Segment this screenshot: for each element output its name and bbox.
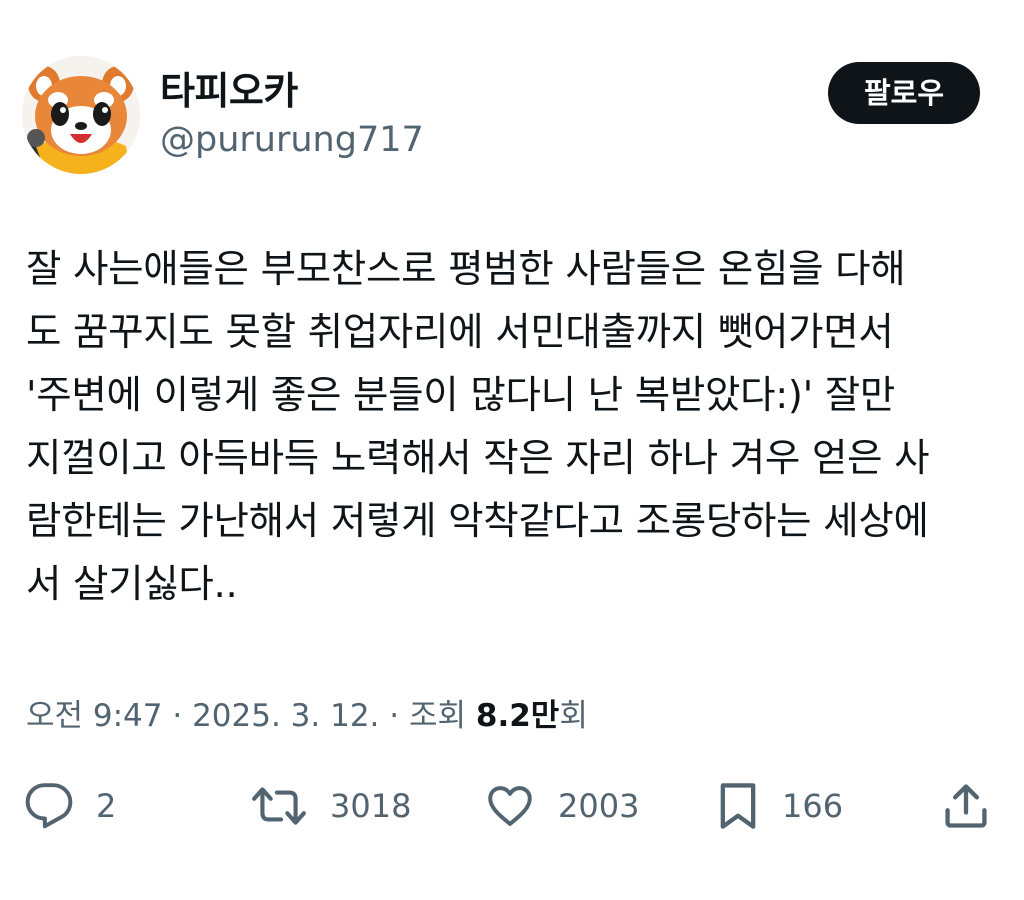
meta-separator: · xyxy=(379,698,409,734)
tweet-time[interactable]: 오전 9:47 xyxy=(26,698,163,734)
tweet-line: 도 꿈꾸지도 못할 취업자리에 서민대출까지 뺏어가면서 xyxy=(26,310,894,355)
share-button[interactable] xyxy=(940,778,992,834)
meta-separator: · xyxy=(162,698,193,734)
views-suffix: 회 xyxy=(559,698,588,734)
retweet-count: 3018 xyxy=(330,787,412,825)
retweet-button[interactable]: 3018 xyxy=(250,778,411,834)
like-count: 2003 xyxy=(558,787,640,825)
avatar[interactable] xyxy=(22,56,140,174)
reply-count: 2 xyxy=(96,787,117,825)
tweet-text: 잘 사는애들은 부모찬스로 평범한 사람들은 온힘을 다해 도 꿈꾸지도 못할 … xyxy=(26,238,1010,616)
tweet-line: '주변에 이렇게 좋은 분들이 많다니 난 복받았다:)' 잘만 xyxy=(26,373,896,418)
bookmark-icon xyxy=(720,783,756,829)
reply-button[interactable]: 2 xyxy=(24,778,116,834)
tweet-line: 잘 사는애들은 부모찬스로 평범한 사람들은 온힘을 다해 xyxy=(26,247,906,292)
red-panda-avatar-icon xyxy=(22,56,140,174)
share-icon xyxy=(945,784,987,828)
tweet-meta: 오전 9:47 · 2025. 3. 12. · 조회 8.2만회 xyxy=(26,694,588,738)
tweet-date[interactable]: 2025. 3. 12. xyxy=(192,698,379,734)
tweet-line: 람한테는 가난해서 저렇게 악착같다고 조롱당하는 세상에 xyxy=(26,499,929,544)
bookmark-button[interactable]: 166 xyxy=(716,778,843,834)
bookmark-count: 166 xyxy=(782,787,844,825)
heart-icon xyxy=(488,786,532,826)
follow-button[interactable]: 팔로우 xyxy=(828,62,980,124)
tweet-line: 서 살기싫다.. xyxy=(26,562,238,607)
views-count: 8.2만 xyxy=(475,698,560,734)
retweet-icon xyxy=(252,787,306,825)
tweet-line: 지껄이고 아득바득 노력해서 작은 자리 하나 겨우 얻은 사 xyxy=(26,436,930,481)
views-label: 조회 xyxy=(408,698,476,734)
reply-bubble-icon xyxy=(25,783,73,829)
author-display-name[interactable]: 타피오카 xyxy=(160,68,298,114)
like-button[interactable]: 2003 xyxy=(484,778,639,834)
author-handle[interactable]: @pururung717 xyxy=(160,118,424,162)
